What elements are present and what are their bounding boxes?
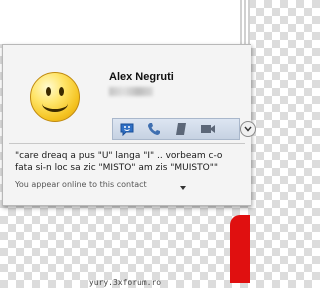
personal-message-blurred (109, 87, 153, 96)
send-file-button[interactable] (170, 119, 192, 139)
scrollbar-edge (240, 0, 250, 44)
emoticon-button[interactable] (116, 119, 138, 139)
last-message-text: "care dreaq a pus "U" langa "I" .. vorbe… (15, 151, 223, 173)
contact-name: Alex Negruti (109, 71, 174, 83)
call-icon (148, 123, 160, 135)
divider (9, 143, 245, 144)
contact-avatar[interactable] (30, 72, 80, 122)
smiley-mouth (42, 95, 68, 112)
toolbar-expand-button[interactable] (240, 121, 256, 137)
call-button[interactable] (143, 119, 165, 139)
video-icon (201, 125, 215, 133)
contact-notification-popup[interactable]: Alex Negruti "care dreaq a pus "U" langa… (2, 44, 256, 206)
emoticon-icon (120, 123, 134, 136)
background-top-strip (0, 0, 250, 44)
background-red-shape (230, 215, 250, 283)
status-dropdown-caret[interactable] (180, 186, 186, 190)
chevron-down-icon (244, 126, 252, 132)
watermark-text: yury.3xforum.ro (88, 278, 162, 287)
file-icon (176, 123, 186, 135)
online-status-text: You appear online to this contact (15, 180, 147, 189)
contact-toolbar (112, 118, 240, 140)
video-button[interactable] (197, 119, 219, 139)
